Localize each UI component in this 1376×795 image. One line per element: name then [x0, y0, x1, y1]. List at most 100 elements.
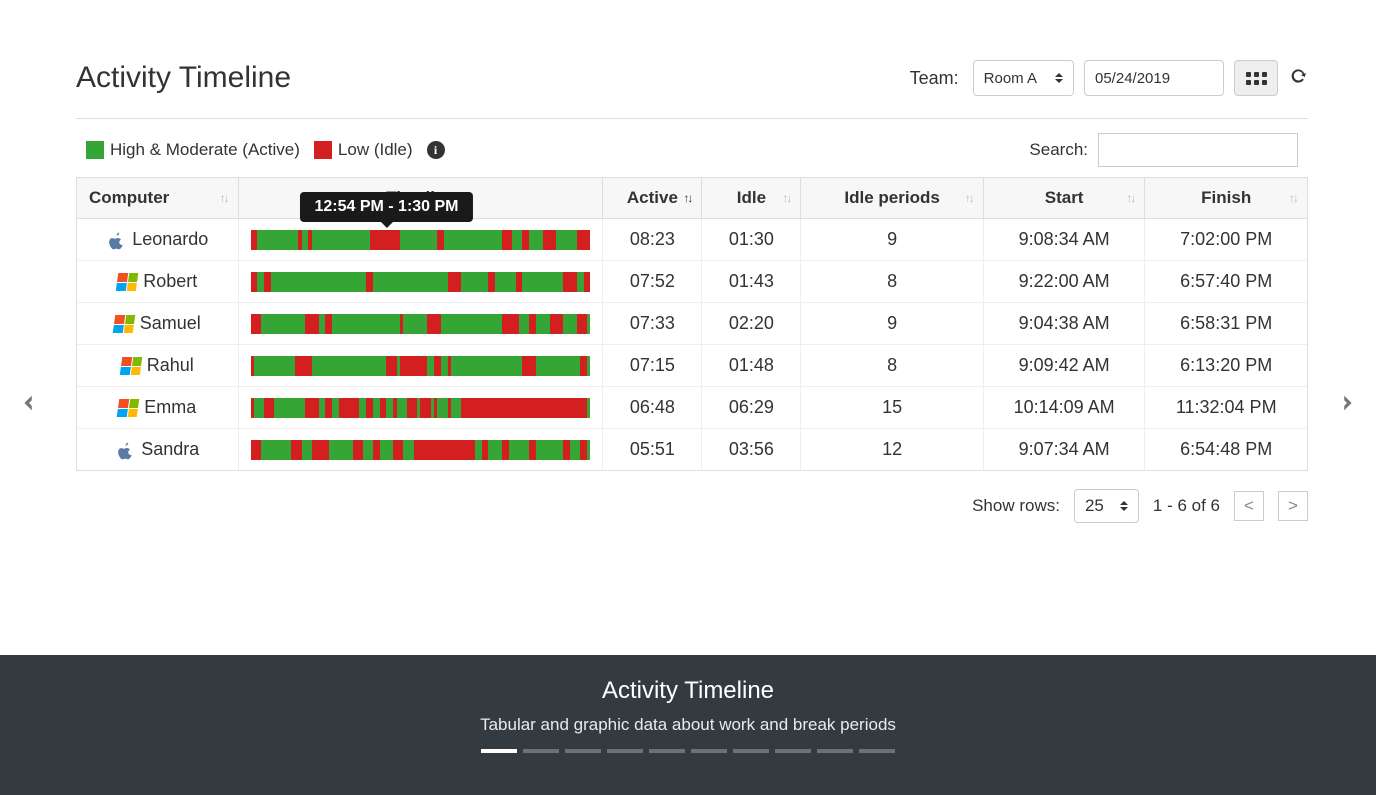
- pager-range: 1 - 6 of 6: [1153, 496, 1220, 516]
- cell-idle-periods: 12: [801, 429, 983, 470]
- cell-finish: 6:57:40 PM: [1145, 261, 1307, 303]
- cell-computer: Sandra: [77, 429, 239, 470]
- cell-start: 9:04:38 AM: [984, 303, 1146, 345]
- carousel-caption: Activity Timeline Tabular and graphic da…: [0, 655, 1376, 795]
- timeline-bar[interactable]: [251, 440, 591, 460]
- cell-timeline[interactable]: [239, 261, 604, 303]
- cell-active: 07:33: [603, 303, 702, 345]
- cell-timeline[interactable]: [239, 387, 604, 429]
- cell-finish: 6:58:31 PM: [1145, 303, 1307, 345]
- team-select-value: Room A: [984, 70, 1037, 87]
- mac-os-icon: [115, 441, 135, 459]
- cell-idle-periods: 8: [801, 261, 983, 303]
- cell-active: 07:15: [603, 345, 702, 387]
- carousel-indicator[interactable]: [775, 749, 811, 753]
- col-start[interactable]: Start↑↓: [984, 178, 1146, 219]
- cell-finish: 6:54:48 PM: [1145, 429, 1307, 470]
- timeline-bar[interactable]: [251, 314, 591, 334]
- timeline-bar[interactable]: [251, 398, 591, 418]
- mac-os-icon: [106, 231, 126, 249]
- grid-view-button[interactable]: [1234, 60, 1278, 96]
- carousel-indicator[interactable]: [649, 749, 685, 753]
- timeline-bar[interactable]: [251, 272, 591, 292]
- date-input[interactable]: 05/24/2019: [1084, 60, 1224, 96]
- cell-timeline[interactable]: [239, 345, 604, 387]
- cell-start: 10:14:09 AM: [984, 387, 1146, 429]
- carousel-indicator[interactable]: [691, 749, 727, 753]
- pager-next-button[interactable]: >: [1278, 491, 1308, 521]
- search-input[interactable]: [1098, 133, 1298, 167]
- cell-start: 9:07:34 AM: [984, 429, 1146, 470]
- col-idle[interactable]: Idle↑↓: [702, 178, 801, 219]
- windows-os-icon: [116, 273, 139, 291]
- col-idle-periods[interactable]: Idle periods↑↓: [801, 178, 983, 219]
- legend-active: High & Moderate (Active): [86, 140, 300, 160]
- cell-idle: 02:20: [702, 303, 801, 345]
- rows-select[interactable]: 25: [1074, 489, 1139, 523]
- timeline-bar[interactable]: 12:54 PM - 1:30 PM: [251, 230, 591, 250]
- cell-idle-periods: 15: [801, 387, 983, 429]
- grid-icon: [1246, 72, 1267, 85]
- cell-idle-periods: 9: [801, 303, 983, 345]
- chevron-updown-icon: [1055, 73, 1063, 83]
- cell-active: 06:48: [603, 387, 702, 429]
- cell-idle: 03:56: [702, 429, 801, 470]
- table-row: Emma06:4806:291510:14:09 AM11:32:04 PM: [77, 387, 1307, 429]
- timeline-bar[interactable]: [251, 356, 591, 376]
- carousel-indicator[interactable]: [481, 749, 517, 753]
- activity-table: Computer↑↓ Timeline Active↑↓ Idle↑↓ Idle…: [76, 177, 1308, 471]
- cell-active: 07:52: [603, 261, 702, 303]
- date-input-value: 05/24/2019: [1095, 70, 1170, 87]
- cell-idle: 01:48: [702, 345, 801, 387]
- cell-idle: 01:30: [702, 219, 801, 261]
- cell-start: 9:08:34 AM: [984, 219, 1146, 261]
- carousel-indicator[interactable]: [817, 749, 853, 753]
- refresh-button[interactable]: [1288, 66, 1308, 91]
- carousel-indicator[interactable]: [733, 749, 769, 753]
- cell-timeline[interactable]: 12:54 PM - 1:30 PM: [239, 219, 604, 261]
- cell-computer: Leonardo: [77, 219, 239, 261]
- table-row: Sandra 05:5103:56129:07:34 AM6:54:48 PM: [77, 429, 1307, 470]
- cell-start: 9:22:00 AM: [984, 261, 1146, 303]
- search-label: Search:: [1029, 140, 1088, 160]
- cell-active: 05:51: [603, 429, 702, 470]
- col-finish[interactable]: Finish↑↓: [1145, 178, 1307, 219]
- show-rows-label: Show rows:: [972, 496, 1060, 516]
- cell-computer: Rahul: [77, 345, 239, 387]
- cell-finish: 6:13:20 PM: [1145, 345, 1307, 387]
- cell-timeline[interactable]: [239, 303, 604, 345]
- info-icon[interactable]: i: [427, 141, 445, 159]
- page-title: Activity Timeline: [76, 61, 291, 95]
- col-active[interactable]: Active↑↓: [603, 178, 702, 219]
- cell-start: 9:09:42 AM: [984, 345, 1146, 387]
- windows-os-icon: [113, 315, 136, 333]
- carousel-indicator[interactable]: [607, 749, 643, 753]
- pager-prev-button[interactable]: <: [1234, 491, 1264, 521]
- cell-finish: 7:02:00 PM: [1145, 219, 1307, 261]
- team-label: Team:: [910, 68, 959, 89]
- cell-idle-periods: 8: [801, 345, 983, 387]
- cell-computer: Samuel: [77, 303, 239, 345]
- timeline-tooltip: 12:54 PM - 1:30 PM: [300, 192, 472, 222]
- cell-idle: 06:29: [702, 387, 801, 429]
- caption-subtitle: Tabular and graphic data about work and …: [0, 715, 1376, 735]
- carousel-prev-button[interactable]: [16, 390, 42, 416]
- table-row: Samuel 07:3302:2099:04:38 AM6:58:31 PM: [77, 303, 1307, 345]
- windows-os-icon: [120, 357, 143, 375]
- caption-title: Activity Timeline: [0, 677, 1376, 705]
- windows-os-icon: [117, 399, 140, 417]
- carousel-indicator[interactable]: [565, 749, 601, 753]
- cell-active: 08:23: [603, 219, 702, 261]
- legend-idle: Low (Idle): [314, 140, 413, 160]
- team-select[interactable]: Room A: [973, 60, 1074, 96]
- table-row: Leonardo12:54 PM - 1:30 PM08:2301:3099:0…: [77, 219, 1307, 261]
- col-computer[interactable]: Computer↑↓: [77, 178, 239, 219]
- carousel-indicator[interactable]: [523, 749, 559, 753]
- cell-timeline[interactable]: [239, 429, 604, 470]
- table-row: Robert 07:5201:4389:22:00 AM6:57:40 PM: [77, 261, 1307, 303]
- carousel-next-button[interactable]: [1334, 390, 1360, 416]
- carousel-indicator[interactable]: [859, 749, 895, 753]
- cell-finish: 11:32:04 PM: [1145, 387, 1307, 429]
- cell-computer: Robert: [77, 261, 239, 303]
- cell-idle: 01:43: [702, 261, 801, 303]
